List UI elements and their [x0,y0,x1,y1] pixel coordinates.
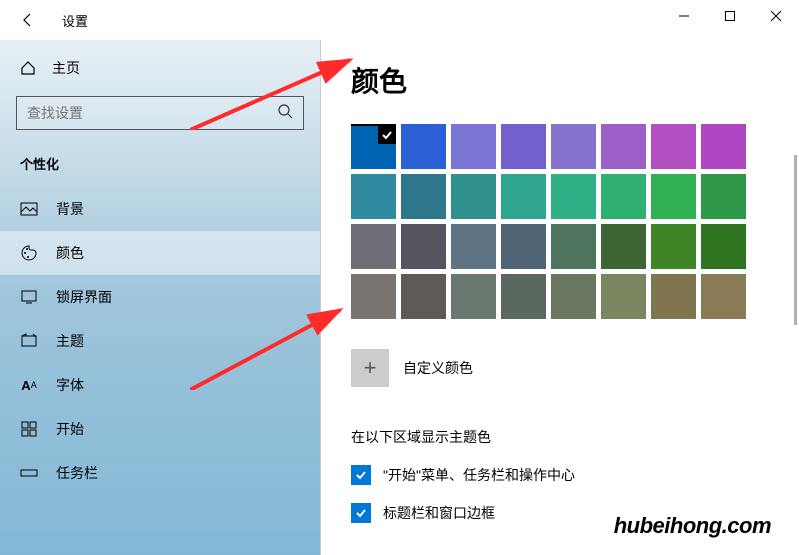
custom-color-label: 自定义颜色 [403,358,473,378]
start-icon [20,420,38,438]
checkbox-label: "开始"菜单、任务栏和操作中心 [383,465,575,485]
scrollbar[interactable] [794,155,797,325]
color-swatch[interactable] [351,174,396,219]
color-swatch[interactable] [551,124,596,169]
main-content: 颜色 + 自定义颜色 在以下区域显示主题色 "开始"菜单、任务栏和操作中心 标题… [320,40,799,555]
checkbox-icon [351,503,371,523]
color-swatch[interactable] [451,224,496,269]
check-icon [378,126,396,144]
checkbox-label: 标题栏和窗口边框 [383,503,495,523]
sidebar-item-label: 开始 [56,419,84,439]
home-icon [20,60,36,76]
color-swatch[interactable] [451,124,496,169]
picture-icon [20,200,38,218]
color-swatch[interactable] [701,124,746,169]
close-button[interactable] [753,0,799,32]
maximize-button[interactable] [707,0,753,32]
search-icon [277,103,293,124]
sidebar-item-taskbar[interactable]: 任务栏 [0,451,320,495]
home-label: 主页 [52,58,80,78]
minimize-button[interactable] [661,0,707,32]
color-swatch[interactable] [501,274,546,319]
color-swatch[interactable] [701,174,746,219]
watermark: hubeihong.com [614,513,771,539]
search-box[interactable] [16,96,304,130]
checkbox-icon [351,465,371,485]
sidebar-item-label: 字体 [56,375,84,395]
color-swatch[interactable] [401,174,446,219]
sidebar-item-label: 背景 [56,199,84,219]
sidebar-item-themes[interactable]: 主题 [0,319,320,363]
theme-icon [20,332,38,350]
home-link[interactable]: 主页 [0,48,320,88]
window-title: 设置 [62,11,88,30]
color-swatch[interactable] [551,174,596,219]
sidebar: 主页 个性化 背景 颜色 锁屏界面 [0,40,320,555]
color-swatch[interactable] [351,224,396,269]
sidebar-item-label: 任务栏 [56,463,98,483]
font-icon: AA [20,376,38,394]
color-swatch[interactable] [701,274,746,319]
lockscreen-icon [20,288,38,306]
color-swatch[interactable] [601,124,646,169]
sidebar-item-start[interactable]: 开始 [0,407,320,451]
plus-icon: + [364,355,377,381]
sidebar-item-label: 颜色 [56,243,84,263]
search-input[interactable] [27,105,227,121]
section-label: 个性化 [0,146,320,187]
sidebar-item-label: 主题 [56,331,84,351]
checkbox-start-taskbar[interactable]: "开始"菜单、任务栏和操作中心 [351,465,799,485]
sidebar-item-colors[interactable]: 颜色 [0,231,320,275]
color-swatch[interactable] [401,124,446,169]
color-swatch[interactable] [501,124,546,169]
color-swatch[interactable] [601,174,646,219]
accent-section-heading: 在以下区域显示主题色 [351,427,799,447]
color-swatch[interactable] [651,224,696,269]
color-swatch[interactable] [351,124,396,169]
taskbar-icon [20,464,38,482]
color-swatch[interactable] [401,224,446,269]
color-swatch[interactable] [601,224,646,269]
color-swatch[interactable] [401,274,446,319]
color-grid [351,124,799,319]
page-title: 颜色 [351,60,799,100]
color-swatch[interactable] [451,274,496,319]
color-swatch[interactable] [701,224,746,269]
color-swatch[interactable] [551,224,596,269]
color-swatch[interactable] [501,224,546,269]
back-button[interactable] [18,10,38,30]
color-swatch[interactable] [601,274,646,319]
palette-icon [20,244,38,262]
sidebar-item-fonts[interactable]: AA 字体 [0,363,320,407]
color-swatch[interactable] [651,174,696,219]
color-swatch[interactable] [651,124,696,169]
color-swatch[interactable] [651,274,696,319]
sidebar-item-lockscreen[interactable]: 锁屏界面 [0,275,320,319]
add-custom-color-button[interactable]: + [351,349,389,387]
color-swatch[interactable] [501,174,546,219]
color-swatch[interactable] [351,274,396,319]
sidebar-item-background[interactable]: 背景 [0,187,320,231]
color-swatch[interactable] [451,174,496,219]
titlebar: 设置 [0,0,799,40]
color-swatch[interactable] [551,274,596,319]
nav-list: 背景 颜色 锁屏界面 主题 AA 字体 [0,187,320,495]
sidebar-item-label: 锁屏界面 [56,287,112,307]
